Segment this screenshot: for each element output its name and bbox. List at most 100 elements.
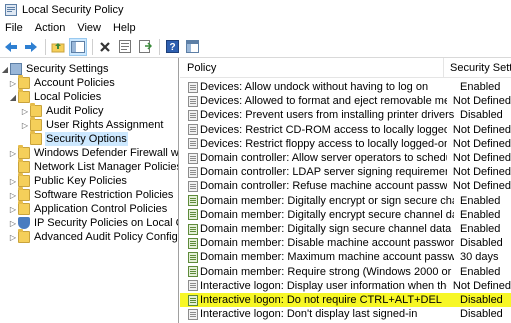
policy-row[interactable]: Devices: Allowed to format and eject rem… <box>180 94 511 108</box>
tree-item-application-control-policies[interactable]: ▷ Application Control Policies <box>8 201 168 216</box>
policy-row[interactable]: Domain member: Digitally sign secure cha… <box>180 222 511 236</box>
expand-chevron-icon[interactable]: ▷ <box>8 230 18 244</box>
policy-row[interactable]: Domain member: Require strong (Windows 2… <box>180 265 511 279</box>
policy-row[interactable]: Interactive logon: Do not require CTRL+A… <box>180 293 511 307</box>
folder-icon <box>30 103 42 117</box>
menu-view[interactable]: View <box>71 20 107 36</box>
tree-item-security-options[interactable]: Security Options <box>20 131 128 146</box>
policy-row[interactable]: Domain member: Maximum machine account p… <box>180 250 511 264</box>
policy-name: Interactive logon: Don't display last si… <box>200 308 418 321</box>
delete-icon[interactable] <box>96 38 114 56</box>
tree-item-label: Application Control Policies <box>34 203 168 215</box>
menu-help[interactable]: Help <box>107 20 142 36</box>
security-setting-value: Disabled <box>460 109 503 122</box>
properties-icon[interactable] <box>116 38 134 56</box>
policy-name: Devices: Restrict CD-ROM access to local… <box>200 123 447 136</box>
column-header-policy[interactable]: Policy <box>180 58 444 77</box>
policy-row[interactable]: Devices: Prevent users from installing p… <box>180 108 511 122</box>
tree-item-advanced-audit-policy[interactable]: ▷ Advanced Audit Policy Configuration <box>8 229 178 244</box>
policy-document-icon <box>188 280 198 292</box>
policy-list: Policy Security Setting Devices: Allow u… <box>180 58 511 323</box>
console-icon[interactable] <box>183 38 201 56</box>
policy-name: Devices: Allow undock without having to … <box>200 81 429 93</box>
collapse-chevron-icon[interactable]: ◢ <box>8 90 18 104</box>
expand-chevron-icon[interactable]: ▷ <box>20 118 30 132</box>
folder-icon <box>18 201 30 215</box>
tree-item-label: User Rights Assignment <box>46 119 164 131</box>
policy-row[interactable]: Domain controller: LDAP server signing r… <box>180 165 511 179</box>
folder-icon <box>18 187 30 201</box>
tree-item-security-settings[interactable]: ◢ Security Settings <box>0 62 110 76</box>
policy-row[interactable]: Domain controller: Allow server operator… <box>180 151 511 165</box>
folder-icon <box>18 159 30 173</box>
expand-chevron-icon[interactable]: ▷ <box>20 104 30 118</box>
tree-item-label: Public Key Policies <box>34 175 127 187</box>
folder-icon <box>18 229 30 243</box>
column-header-security-setting[interactable]: Security Setting <box>444 58 511 77</box>
back-arrow-icon[interactable] <box>2 38 20 56</box>
policy-document-icon <box>188 223 198 235</box>
expand-chevron-icon[interactable]: ▷ <box>8 216 18 230</box>
menu-action[interactable]: Action <box>29 20 72 36</box>
shield-icon <box>18 217 30 229</box>
policy-document-icon <box>188 209 198 221</box>
policy-name: Domain member: Digitally sign secure cha… <box>200 223 454 235</box>
tree-item-account-policies[interactable]: ▷ Account Policies <box>8 75 116 90</box>
policy-name: Interactive logon: Do not require CTRL+A… <box>200 294 442 306</box>
policy-row[interactable]: Devices: Restrict floppy access to local… <box>180 137 511 151</box>
security-setting-value: Disabled <box>460 308 503 321</box>
security-settings-icon <box>10 63 22 75</box>
expand-chevron-icon[interactable]: ▷ <box>8 174 18 188</box>
policy-name: Devices: Allowed to format and eject rem… <box>200 95 447 108</box>
security-setting-value: Enabled <box>460 265 501 278</box>
expand-chevron-icon[interactable]: ▷ <box>8 202 18 216</box>
policy-row[interactable]: Domain member: Disable machine account p… <box>180 236 511 250</box>
tree-item-label: Local Policies <box>34 91 102 103</box>
tree-item-public-key-policies[interactable]: ▷ Public Key Policies <box>8 173 128 188</box>
export-list-icon[interactable] <box>136 38 154 56</box>
policy-name: Domain controller: Allow server operator… <box>200 152 447 164</box>
collapse-chevron-icon[interactable]: ◢ <box>0 62 10 76</box>
policy-row[interactable]: Domain member: Digitally encrypt or sign… <box>180 194 511 208</box>
policy-name: Devices: Restrict floppy access to local… <box>200 137 447 150</box>
forward-arrow-icon[interactable] <box>22 38 40 56</box>
menu-file[interactable]: File <box>0 20 29 36</box>
window-title: Local Security Policy <box>22 4 124 16</box>
tree-item-user-rights-assignment[interactable]: ▷ User Rights Assignment <box>20 117 164 132</box>
tree-item-ip-security-policies[interactable]: ▷ IP Security Policies on Local Compute <box>8 216 178 230</box>
policy-row[interactable]: Interactive logon: Display user informat… <box>180 279 511 293</box>
tree-item-label: Security Settings <box>26 63 109 75</box>
help-icon[interactable]: ? <box>163 38 181 56</box>
policy-row[interactable]: Interactive logon: Don't display last si… <box>180 307 511 321</box>
policy-row[interactable]: Devices: Restrict CD-ROM access to local… <box>180 123 511 137</box>
expand-chevron-icon[interactable]: ▷ <box>8 76 18 90</box>
security-setting-value: Disabled <box>460 237 503 250</box>
policy-row[interactable]: Domain controller: Refuse machine accoun… <box>180 179 511 193</box>
folder-icon <box>18 89 30 103</box>
tree-item-windows-defender-firewall[interactable]: ▷ Windows Defender Firewall with Adva <box>8 145 178 160</box>
policy-document-icon <box>188 195 198 207</box>
toolbar-separator <box>92 38 93 55</box>
folder-icon <box>18 173 30 187</box>
policy-document-icon <box>188 251 198 263</box>
policy-document-icon <box>188 294 198 306</box>
expand-chevron-icon[interactable]: ▷ <box>8 188 18 202</box>
policy-name: Domain member: Disable machine account p… <box>200 237 454 250</box>
tree-item-software-restriction-policies[interactable]: ▷ Software Restriction Policies <box>8 187 174 202</box>
policy-row[interactable]: Domain member: Digitally encrypt secure … <box>180 208 511 222</box>
tree-item-local-policies[interactable]: ◢ Local Policies <box>8 89 102 104</box>
expand-chevron-icon[interactable]: ▷ <box>8 146 18 160</box>
security-setting-value: 30 days <box>460 251 499 264</box>
policy-name: Domain member: Require strong (Windows 2… <box>200 265 454 278</box>
tree-item-audit-policy[interactable]: ▷ Audit Policy <box>20 103 104 118</box>
navigation-tree: ◢ Security Settings ▷ Account Policies ◢… <box>0 58 179 323</box>
tree-item-network-list-manager[interactable]: Network List Manager Policies <box>8 159 178 174</box>
policy-row[interactable]: Devices: Allow undock without having to … <box>180 80 511 94</box>
up-folder-icon[interactable] <box>49 38 67 56</box>
folder-icon <box>18 145 30 159</box>
security-setting-value: Not Defined <box>452 152 511 164</box>
show-hide-tree-icon[interactable] <box>69 37 87 56</box>
security-setting-value: Enabled <box>460 223 501 235</box>
policy-name: Domain controller: LDAP server signing r… <box>200 166 447 179</box>
policy-document-icon <box>188 95 198 107</box>
